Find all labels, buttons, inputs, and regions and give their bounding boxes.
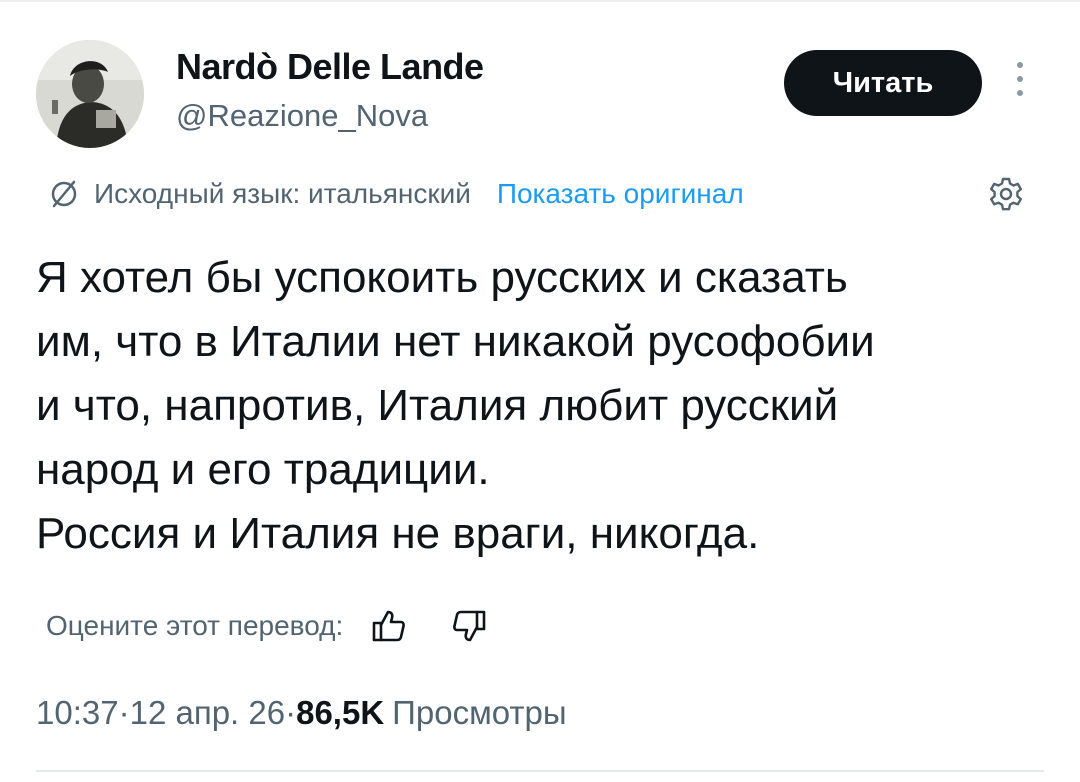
meta-separator: · — [285, 694, 297, 731]
tweet-date[interactable]: 12 апр. 26 — [130, 694, 286, 732]
author-handle[interactable]: @Reazione_Nova — [176, 98, 428, 134]
source-language-label: Исходный язык: итальянский — [94, 178, 471, 209]
more-vertical-icon[interactable] — [1010, 62, 1030, 104]
follow-button[interactable]: Читать — [784, 50, 982, 116]
tweet-text-line: им, что в Италии нет никакой русофобии — [36, 317, 875, 366]
avatar-image — [36, 40, 144, 148]
translate-icon — [51, 180, 77, 208]
tweet-text-line: Россия и Италия не враги, никогда. — [36, 509, 760, 558]
thumbs-up-icon[interactable] — [369, 606, 409, 646]
tweet-text-line: Я хотел бы успокоить русских и сказать — [36, 253, 848, 302]
thumbs-down-icon[interactable] — [449, 606, 489, 646]
views-count[interactable]: 86,5K — [296, 694, 384, 732]
bottom-divider — [36, 770, 1044, 772]
rate-translation-row: Оцените этот перевод: — [46, 604, 489, 648]
tweet-text-line: и что, напротив, Италия любит русский — [36, 381, 839, 430]
gear-icon[interactable] — [988, 176, 1024, 212]
tweet-time[interactable]: 10:37 — [36, 694, 119, 732]
avatar[interactable] — [36, 40, 144, 148]
top-divider — [0, 0, 1080, 2]
views-label: Просмотры — [392, 694, 567, 731]
tweet-text-line: народ и его традиции. — [36, 445, 490, 494]
show-original-link[interactable]: Показать оригинал — [497, 178, 744, 210]
rate-translation-label: Оцените этот перевод: — [46, 610, 344, 641]
tweet-meta: 10:37 · 12 апр. 26 · 86,5K Просмотры — [36, 688, 567, 738]
tweet-text: Я хотел бы успокоить русских и сказать и… — [36, 246, 1046, 566]
author-display-name[interactable]: Nardò Delle Lande — [176, 46, 484, 88]
meta-separator: · — [118, 694, 130, 731]
translation-bar: Исходный язык: итальянский Показать ориг… — [46, 174, 1046, 214]
